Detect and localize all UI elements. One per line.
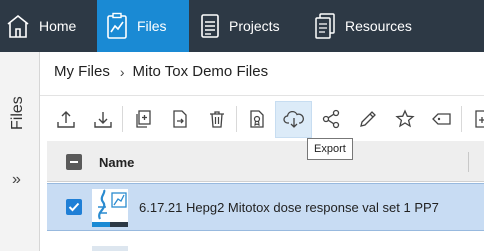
tag-icon [431,113,451,125]
copy-icon [135,110,151,128]
breadcrumb: My Files › Mito Tox Demo Files [54,63,268,80]
delete-button[interactable] [198,101,235,138]
certificate-icon [249,110,264,128]
files-side-rail: Files » [0,52,40,251]
download-button[interactable] [84,101,121,138]
table-header: Name [47,141,484,182]
column-resize-handle[interactable] [468,152,469,172]
move-button[interactable] [161,101,198,138]
favorite-button[interactable] [386,101,423,138]
column-header-name[interactable]: Name [99,155,134,170]
export-icon [282,110,304,128]
table-row[interactable]: 6.17.21 Hepg2 Mitotox dose response val … [47,183,484,231]
top-nav: Home Files Projects Resources [0,0,484,52]
nav-projects[interactable]: Projects [189,0,302,52]
rename-button[interactable] [349,101,386,138]
file-toolbar [47,100,484,138]
projects-icon [201,14,219,38]
toolbar-separator [461,106,462,132]
divider [40,95,484,96]
rename-icon [359,111,376,127]
export-tooltip: Export [307,138,353,160]
breadcrumb-root[interactable]: My Files [54,63,110,80]
breadcrumb-separator: › [119,63,125,80]
download-icon [93,112,112,128]
expand-rail-icon[interactable]: » [12,172,21,188]
share-icon [322,109,339,129]
checkmark-icon [68,202,80,212]
rail-title: Files [9,96,26,130]
table-row[interactable] [47,232,484,251]
file-name[interactable]: 6.17.21 Hepg2 Mitotox dose response val … [139,200,439,215]
nav-resources[interactable]: Resources [302,0,484,52]
breadcrumb-current: Mito Tox Demo Files [132,63,269,80]
tag-button[interactable] [423,101,460,138]
nav-home-label: Home [39,18,77,34]
home-icon [7,14,29,38]
copy-button[interactable] [124,101,161,138]
move-icon [172,110,187,128]
export-button[interactable] [275,100,312,138]
dose-response-file-icon [92,189,128,232]
star-icon [394,109,415,128]
nav-projects-label: Projects [229,18,280,34]
nav-files-label: Files [137,18,167,34]
toolbar-separator [122,106,123,132]
files-chart-icon [107,12,127,39]
nav-resources-label: Resources [345,18,412,34]
upload-button[interactable] [47,101,84,138]
select-all-checkbox[interactable] [66,154,82,170]
file-icon [92,246,128,251]
add-button[interactable] [463,101,484,138]
row-checkbox[interactable] [66,199,82,215]
add-icon [474,110,484,128]
certificate-button[interactable] [238,101,275,138]
resources-icon [315,13,335,39]
toolbar-separator [236,106,237,132]
nav-home[interactable]: Home [0,0,97,52]
upload-icon [56,111,75,128]
nav-files[interactable]: Files [97,0,189,52]
delete-icon [209,111,224,128]
share-button[interactable] [312,101,349,138]
